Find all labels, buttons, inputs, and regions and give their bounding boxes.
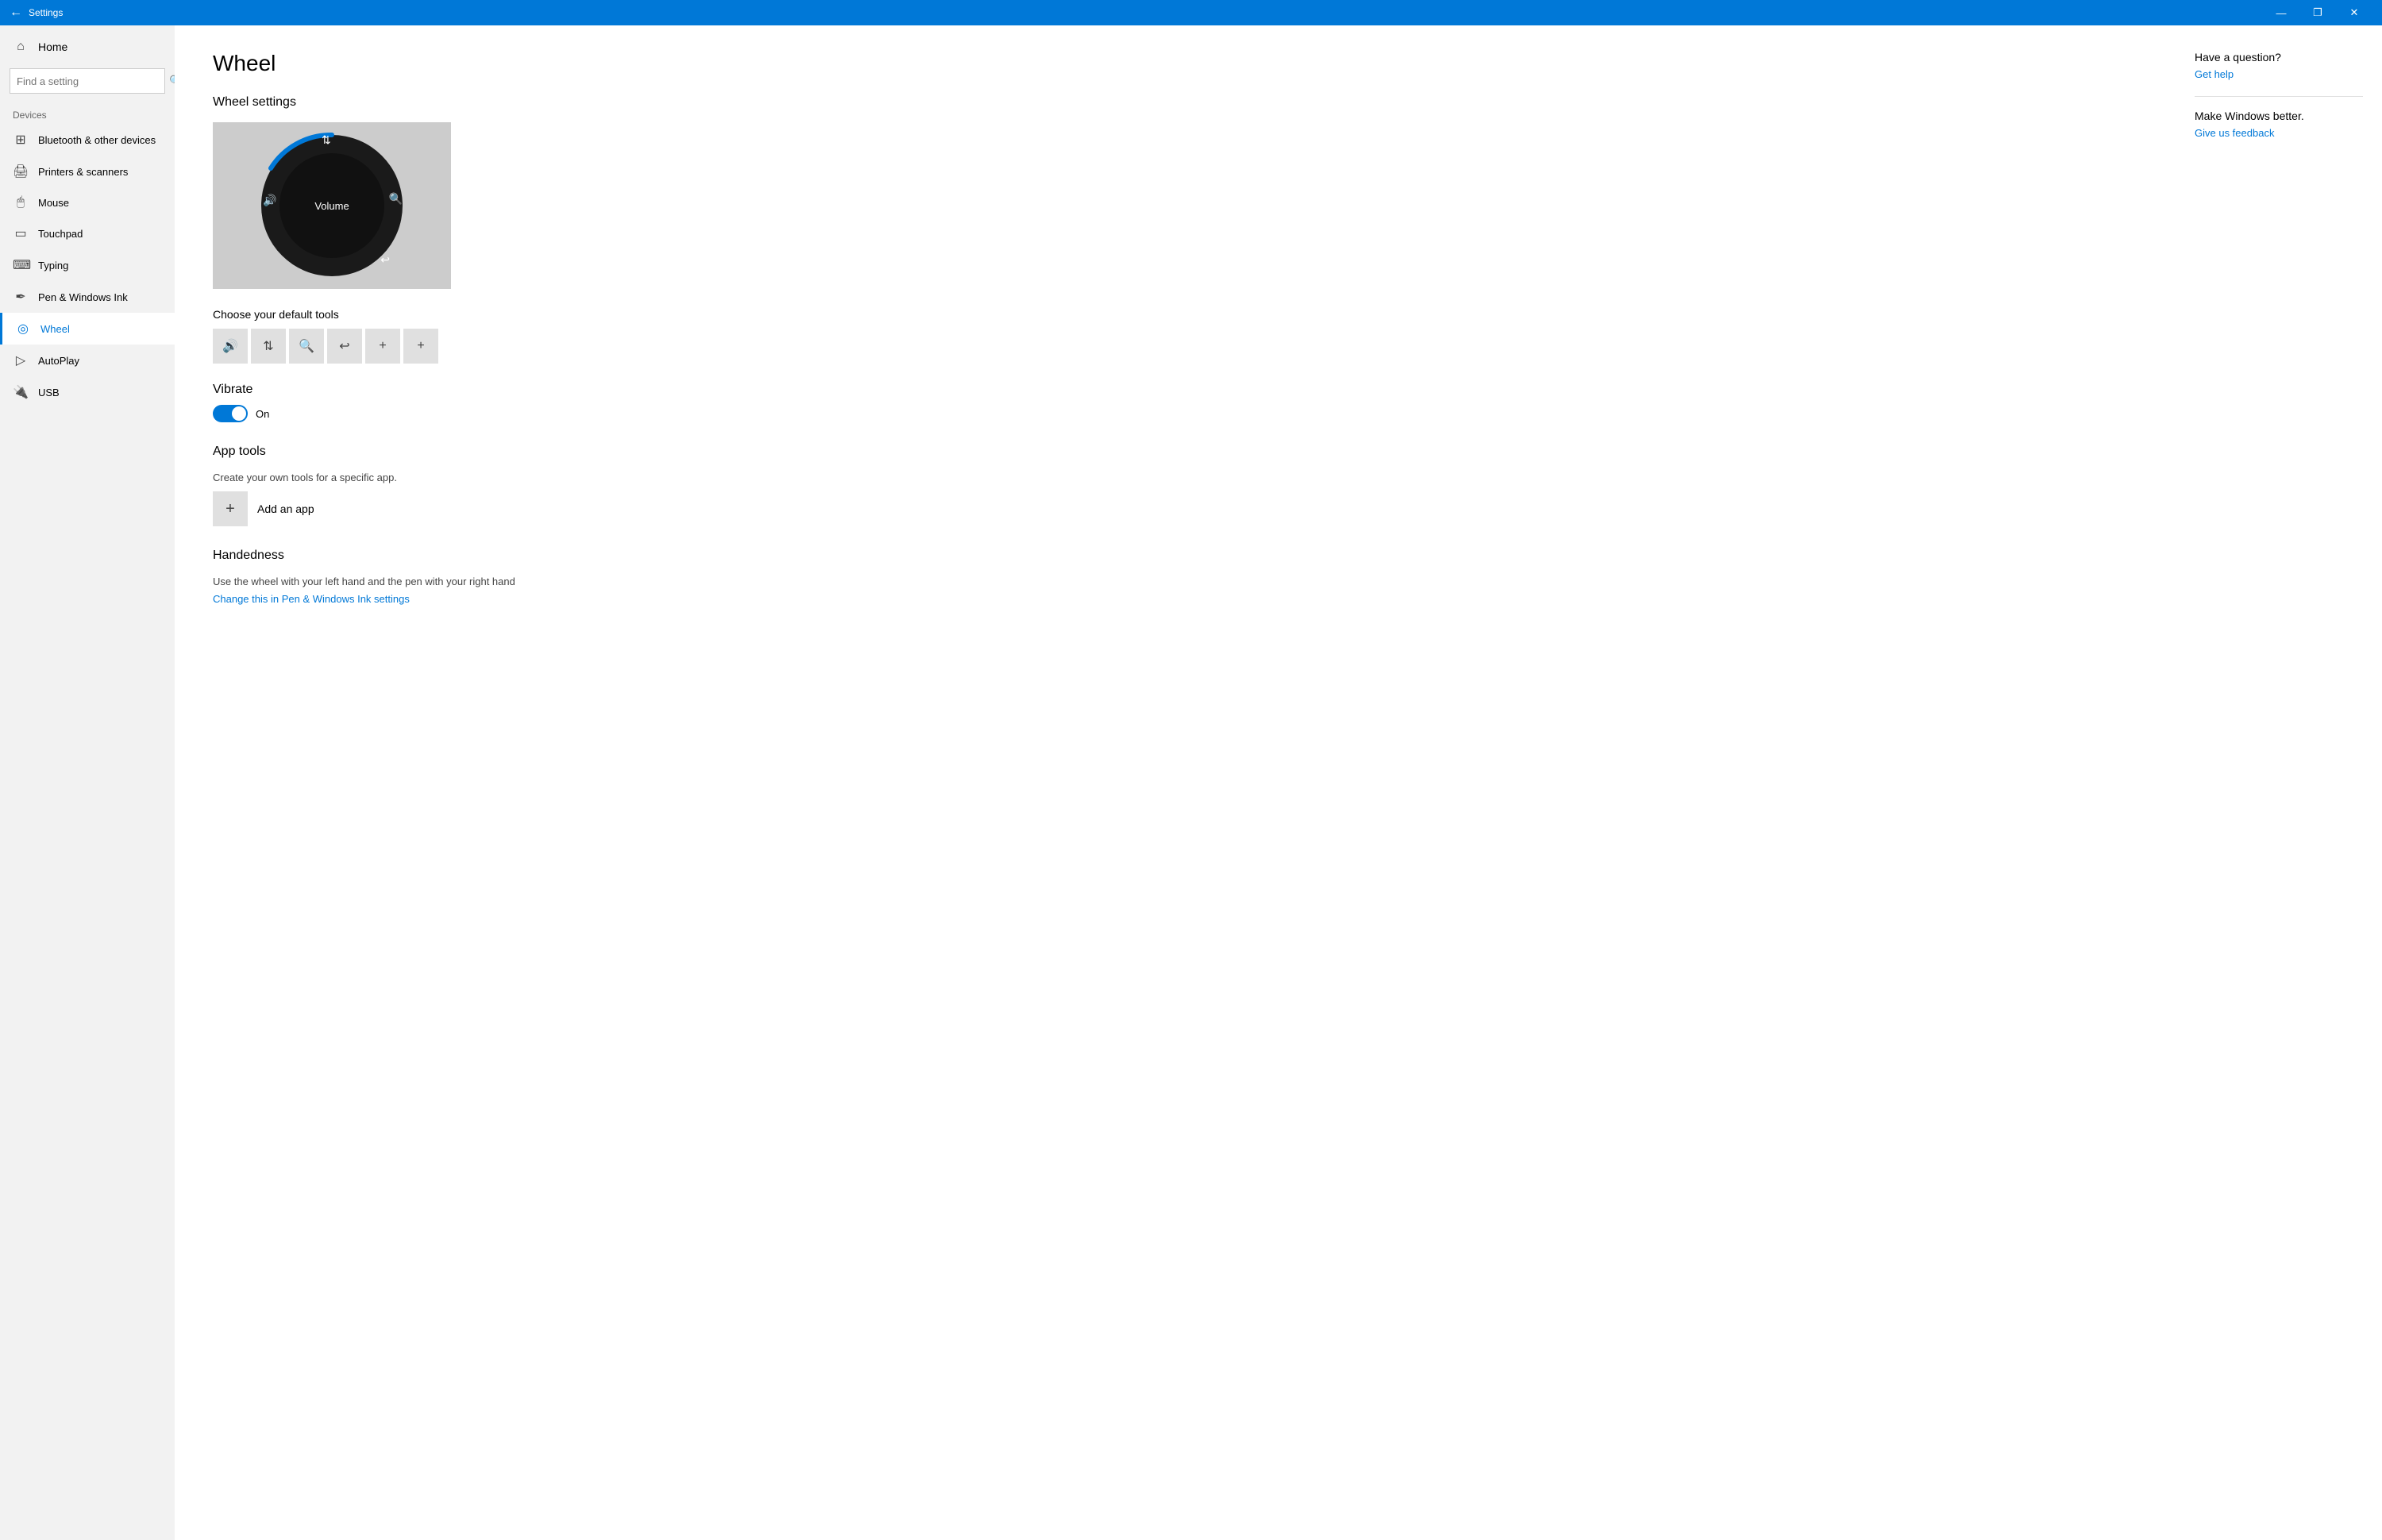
sidebar-label-bluetooth: Bluetooth & other devices (38, 134, 156, 146)
sidebar-item-wheel[interactable]: ◎ Wheel (0, 313, 175, 345)
handedness-link[interactable]: Change this in Pen & Windows Ink setting… (213, 593, 410, 605)
close-button[interactable]: ✕ (2336, 0, 2372, 25)
sidebar-label-pen: Pen & Windows Ink (38, 291, 128, 303)
tool-volume-button[interactable]: 🔊 (213, 329, 248, 364)
bluetooth-icon: ⊞ (13, 132, 29, 148)
usb-icon: 🔌 (13, 384, 29, 400)
vibrate-title: Vibrate (213, 383, 2137, 397)
wheel-scroll-icon: ⇅ (322, 133, 331, 147)
tool-scroll-button[interactable]: ⇅ (251, 329, 286, 364)
window-controls: — ❐ ✕ (2263, 0, 2372, 25)
add-app-label: Add an app (257, 502, 314, 515)
sidebar-label-usb: USB (38, 387, 60, 398)
sidebar-label-typing: Typing (38, 260, 68, 271)
sidebar-item-printers[interactable]: 🖨 Printers & scanners (0, 156, 175, 187)
add-app-row[interactable]: + Add an app (213, 491, 2137, 526)
sidebar-item-usb[interactable]: 🔌 USB (0, 376, 175, 408)
toggle-row: On (213, 405, 2137, 422)
wheel-undo-icon: ↩ (380, 253, 390, 267)
titlebar: ← Settings — ❐ ✕ (0, 0, 2382, 25)
search-box[interactable]: 🔍 (10, 68, 165, 94)
tools-row: 🔊 ⇅ 🔍 ↩ + + (213, 329, 2137, 364)
wheel-icon: ◎ (15, 321, 31, 337)
wheel-settings-title: Wheel settings (213, 95, 2137, 110)
have-question-label: Have a question? (2195, 51, 2363, 64)
make-better-label: Make Windows better. (2195, 110, 2363, 122)
add-app-button[interactable]: + (213, 491, 248, 526)
divider (2195, 96, 2363, 97)
right-panel: Have a question? Get help Make Windows b… (2176, 25, 2382, 1540)
home-icon: ⌂ (13, 40, 29, 54)
sidebar-item-touchpad[interactable]: ▭ Touchpad (0, 218, 175, 249)
search-input[interactable] (10, 75, 163, 87)
sidebar: ⌂ Home 🔍 Devices ⊞ Bluetooth & other dev… (0, 25, 175, 1540)
back-button[interactable]: ← (10, 6, 29, 20)
autoplay-icon: ▷ (13, 352, 29, 368)
wheel-center-label: Volume (314, 200, 349, 212)
wheel-diagram: Volume 🔊 ⇅ 🔍 ↩ (256, 130, 407, 281)
pen-icon: ✒ (13, 289, 29, 305)
touchpad-icon: ▭ (13, 225, 29, 241)
app-tools-desc: Create your own tools for a specific app… (213, 472, 2137, 483)
back-icon: ← (10, 6, 22, 20)
sidebar-item-typing[interactable]: ⌨ Typing (0, 249, 175, 281)
sidebar-item-home[interactable]: ⌂ Home (0, 32, 175, 62)
vibrate-state: On (256, 408, 269, 420)
get-help-link[interactable]: Get help (2195, 68, 2363, 80)
sidebar-label-autoplay: AutoPlay (38, 355, 79, 367)
minimize-button[interactable]: — (2263, 0, 2299, 25)
main-content: Wheel Wheel settings Volume 🔊 ⇅ (175, 25, 2176, 1540)
app-tools-section: App tools Create your own tools for a sp… (213, 445, 2137, 526)
sidebar-item-mouse[interactable]: 🖱 Mouse (0, 187, 175, 218)
tool-undo-button[interactable]: ↩ (327, 329, 362, 364)
handedness-title: Handedness (213, 549, 2137, 563)
handedness-desc: Use the wheel with your left hand and th… (213, 576, 2137, 587)
wheel-zoom-icon: 🔍 (389, 192, 403, 206)
home-label: Home (38, 40, 67, 53)
sidebar-label-printers: Printers & scanners (38, 166, 128, 178)
default-tools-title: Choose your default tools (213, 308, 2137, 321)
give-feedback-link[interactable]: Give us feedback (2195, 127, 2363, 139)
page-title: Wheel (213, 51, 2137, 76)
maximize-button[interactable]: ❐ (2299, 0, 2336, 25)
sidebar-item-bluetooth[interactable]: ⊞ Bluetooth & other devices (0, 124, 175, 156)
printers-icon: 🖨 (13, 164, 29, 179)
sidebar-item-pen[interactable]: ✒ Pen & Windows Ink (0, 281, 175, 313)
wheel-inner-circle: Volume (279, 153, 384, 258)
tool-add2-button[interactable]: + (403, 329, 438, 364)
search-icon: 🔍 (163, 75, 175, 87)
mouse-icon: 🖱 (13, 195, 29, 210)
vibrate-toggle[interactable] (213, 405, 248, 422)
app-tools-title: App tools (213, 445, 2137, 459)
vibrate-section: Vibrate On (213, 383, 2137, 422)
tool-zoom-button[interactable]: 🔍 (289, 329, 324, 364)
sidebar-label-touchpad: Touchpad (38, 228, 83, 240)
sidebar-label-wheel: Wheel (40, 323, 70, 335)
sidebar-item-autoplay[interactable]: ▷ AutoPlay (0, 345, 175, 376)
wheel-preview: Volume 🔊 ⇅ 🔍 ↩ (213, 122, 451, 289)
sidebar-section-devices: Devices (0, 100, 175, 124)
handedness-section: Handedness Use the wheel with your left … (213, 549, 2137, 605)
wheel-volume-icon: 🔊 (263, 194, 276, 207)
app-title: Settings (29, 7, 2263, 18)
tool-add1-button[interactable]: + (365, 329, 400, 364)
sidebar-label-mouse: Mouse (38, 197, 69, 209)
typing-icon: ⌨ (13, 257, 29, 273)
app-body: ⌂ Home 🔍 Devices ⊞ Bluetooth & other dev… (0, 25, 2382, 1540)
